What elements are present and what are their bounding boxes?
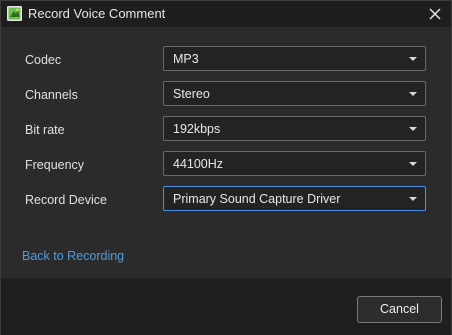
channels-select[interactable]: Stereo (163, 81, 426, 106)
chevron-down-icon (409, 197, 417, 201)
close-icon[interactable] (425, 4, 445, 24)
codec-value: MP3 (173, 52, 199, 66)
dialog-title: Record Voice Comment (28, 6, 166, 21)
back-to-recording-link[interactable]: Back to Recording (22, 248, 124, 264)
cancel-button[interactable]: Cancel (357, 296, 442, 323)
record-device-label: Record Device (25, 193, 107, 207)
bit-rate-select[interactable]: 192kbps (163, 116, 426, 141)
channels-value: Stereo (173, 87, 210, 101)
chevron-down-icon (409, 127, 417, 131)
bit-rate-value: 192kbps (173, 122, 221, 136)
chevron-down-icon (409, 92, 417, 96)
settings-form: Codec MP3 Channels Stereo Bit rate 192kb… (1, 27, 451, 277)
app-logo-icon (7, 6, 22, 21)
record-device-select[interactable]: Primary Sound Capture Driver (163, 186, 426, 211)
codec-select[interactable]: MP3 (163, 46, 426, 71)
title-bar: Record Voice Comment (1, 1, 451, 27)
frequency-label: Frequency (25, 158, 85, 172)
codec-label: Codec (25, 53, 62, 67)
frequency-select[interactable]: 44100Hz (163, 151, 426, 176)
dialog-footer: Cancel (1, 277, 451, 335)
record-voice-comment-dialog: Record Voice Comment Codec MP3 Channels … (0, 0, 452, 335)
record-device-value: Primary Sound Capture Driver (173, 192, 341, 206)
channels-label: Channels (25, 88, 78, 102)
chevron-down-icon (409, 57, 417, 61)
frequency-value: 44100Hz (173, 157, 224, 171)
chevron-down-icon (409, 162, 417, 166)
bit-rate-label: Bit rate (25, 123, 65, 137)
